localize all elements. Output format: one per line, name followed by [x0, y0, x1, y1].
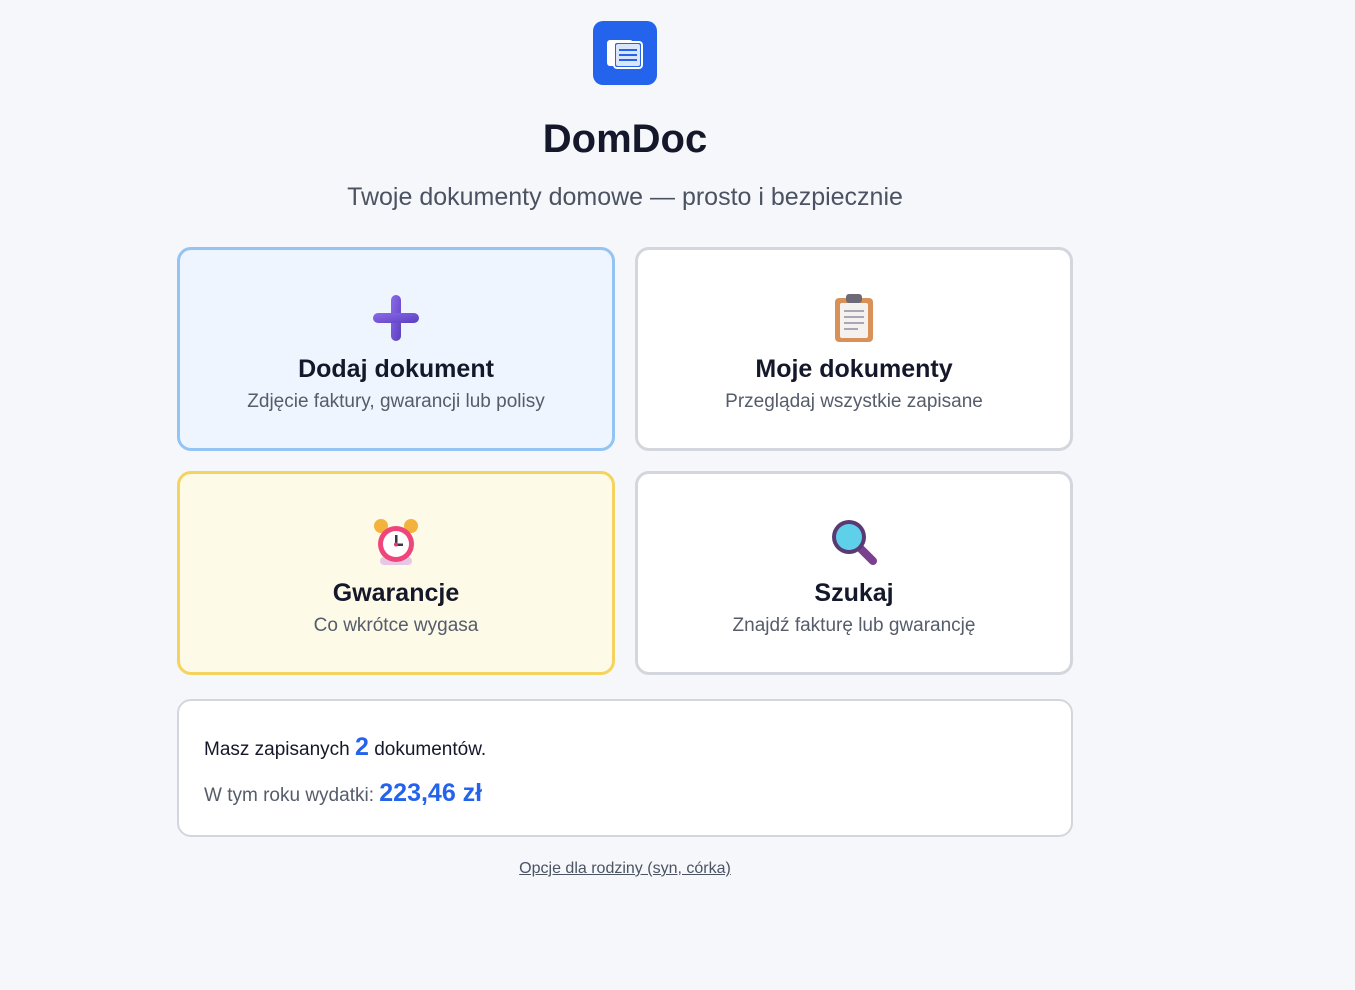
- app-title: DomDoc: [542, 117, 708, 161]
- document-stack-icon: [607, 40, 643, 69]
- family-options-link[interactable]: Opcje dla rodziny (syn, córka): [0, 859, 1250, 879]
- app-subtitle: Twoje dokumenty domowe — prosto i bezpie…: [347, 183, 903, 211]
- magnifier-icon: [828, 516, 880, 568]
- documents-count: 2: [355, 733, 369, 761]
- summary-panel: Masz zapisanych 2 dokumentów. W tym roku…: [177, 699, 1073, 837]
- tile-description: Zdjęcie faktury, gwarancji lub polisy: [247, 391, 545, 412]
- yearly-spend-label: W tym roku wydatki:: [204, 785, 374, 806]
- search-button[interactable]: Szukaj Znajdź fakturę lub gwarancję: [635, 471, 1073, 675]
- documents-count-prefix: Masz zapisanych: [204, 739, 350, 760]
- menu-grid: Dodaj dokument Zdjęcie faktury, gwarancj…: [177, 247, 1073, 675]
- my-documents-button[interactable]: Moje dokumenty Przeglądaj wszystkie zapi…: [635, 247, 1073, 451]
- yearly-spend-amount: 223,46 zł: [379, 779, 483, 807]
- documents-count-suffix: dokumentów.: [374, 739, 487, 760]
- plus-icon: [370, 292, 422, 344]
- clipboard-icon: [828, 292, 880, 344]
- app-logo: [593, 21, 657, 85]
- tile-description: Przeglądaj wszystkie zapisane: [725, 391, 983, 412]
- tile-description: Co wkrótce wygasa: [313, 615, 479, 636]
- tile-label: Szukaj: [814, 579, 894, 607]
- tile-description: Znajdź fakturę lub gwarancję: [732, 615, 976, 636]
- add-document-button[interactable]: Dodaj dokument Zdjęcie faktury, gwarancj…: [177, 247, 615, 451]
- tile-label: Gwarancje: [332, 579, 460, 607]
- home-screen: DomDoc Twoje dokumenty domowe — prosto i…: [0, 0, 1355, 990]
- tile-label: Moje dokumenty: [755, 355, 953, 383]
- alarm-clock-icon: [370, 516, 422, 568]
- documents-count-line: Masz zapisanych 2 dokumentów.: [204, 731, 486, 766]
- warranties-button[interactable]: Gwarancje Co wkrótce wygasa: [177, 471, 615, 675]
- yearly-spend-line: W tym roku wydatki: 223,46 zł: [204, 777, 482, 812]
- tile-label: Dodaj dokument: [298, 355, 494, 383]
